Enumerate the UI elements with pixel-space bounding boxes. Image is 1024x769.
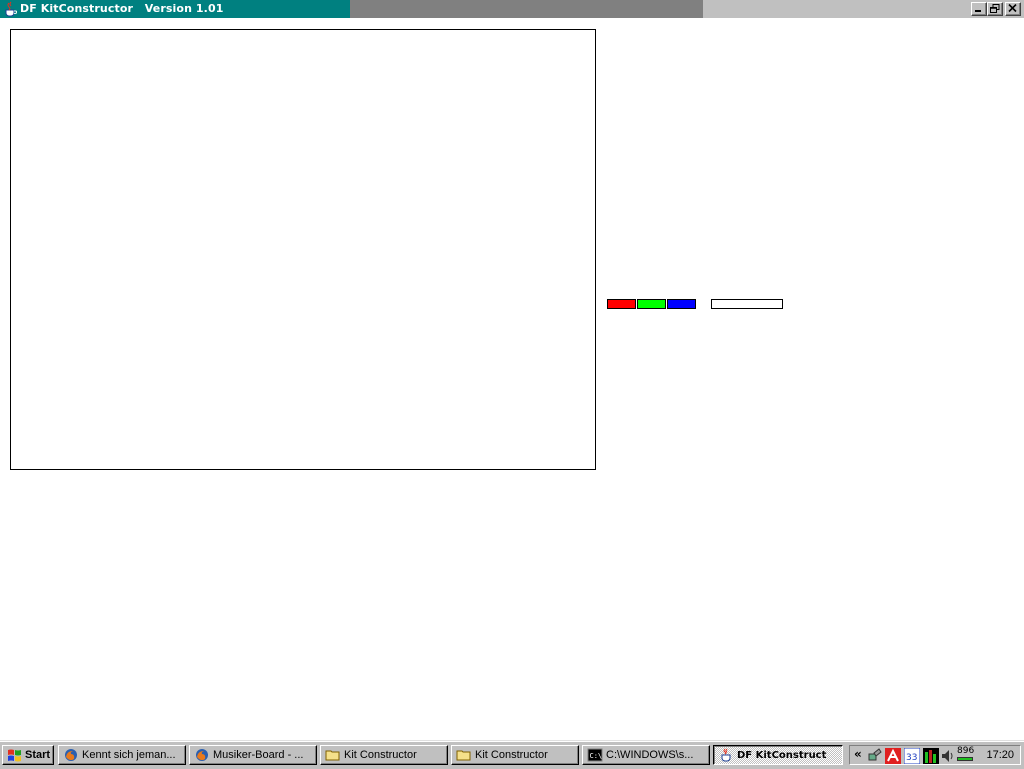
network-icon[interactable] <box>868 748 882 765</box>
taskbar-item-label: C:\WINDOWS\s... <box>606 749 694 761</box>
taskbar-item-label: Kit Constructor <box>344 749 417 761</box>
firefox-icon <box>194 748 210 762</box>
taskbar-item-command-prompt[interactable]: C:\ C:\WINDOWS\s... <box>582 745 710 765</box>
taskbar-item-kennt-sich[interactable]: Kennt sich jeman... <box>58 745 186 765</box>
blue-color-swatch[interactable] <box>667 299 696 309</box>
antivirus-icon[interactable] <box>885 748 901 767</box>
tray-expand-button[interactable]: « <box>854 747 862 761</box>
start-button[interactable]: Start <box>2 745 54 765</box>
folder-icon <box>325 748 341 762</box>
console-icon: C:\ <box>587 748 603 762</box>
drawing-canvas[interactable] <box>10 29 596 470</box>
taskbar-item-label: Musiker-Board - ... <box>213 749 304 761</box>
taskbar-item-kit-constructor-2[interactable]: Kit Constructor <box>451 745 579 765</box>
taskbar-item-label: Kennt sich jeman... <box>82 749 176 761</box>
taskbar-item-kit-constructor-1[interactable]: Kit Constructor <box>320 745 448 765</box>
status-badge-bar-icon <box>957 757 973 761</box>
taskbar-item-label: DF KitConstruct <box>737 750 827 761</box>
close-icon <box>1008 4 1017 13</box>
window-title: DF KitConstructor Version 1.01 <box>20 2 224 15</box>
taskbar-item-musiker-board[interactable]: Musiker-Board - ... <box>189 745 317 765</box>
color-preview-field[interactable] <box>711 299 783 309</box>
restore-button[interactable] <box>987 2 1003 16</box>
taskbar-item-df-kitconstructor[interactable]: DF KitConstruct <box>713 745 843 765</box>
volume-icon[interactable] <box>941 748 955 767</box>
java-cup-icon <box>3 1 18 17</box>
svg-text:33: 33 <box>906 753 917 763</box>
minimize-icon <box>975 10 981 12</box>
windows-logo-icon <box>7 748 23 762</box>
language-icon[interactable]: 33 <box>903 747 921 767</box>
folder-icon <box>456 748 472 762</box>
firefox-icon <box>63 748 79 762</box>
java-icon <box>718 748 734 762</box>
window-title-bar[interactable]: DF KitConstructor Version 1.01 <box>0 0 1024 18</box>
svg-text:C:\: C:\ <box>590 752 603 760</box>
taskbar-item-label: Kit Constructor <box>475 749 548 761</box>
green-color-swatch[interactable] <box>637 299 666 309</box>
status-badge-value: 896 <box>957 746 975 756</box>
red-color-swatch[interactable] <box>607 299 636 309</box>
restore-icon <box>990 4 1000 13</box>
clock[interactable]: 17:20 <box>986 749 1014 761</box>
start-label: Start <box>25 749 51 761</box>
taskbar: Start Kennt sich jeman... Musiker-Board … <box>0 740 1024 769</box>
system-tray: « 33 896 17:20 <box>849 745 1021 765</box>
memory-meter-icon[interactable] <box>923 748 939 767</box>
minimize-button[interactable] <box>971 2 987 16</box>
status-badge[interactable]: 896 <box>957 746 975 762</box>
close-button[interactable] <box>1005 2 1021 16</box>
